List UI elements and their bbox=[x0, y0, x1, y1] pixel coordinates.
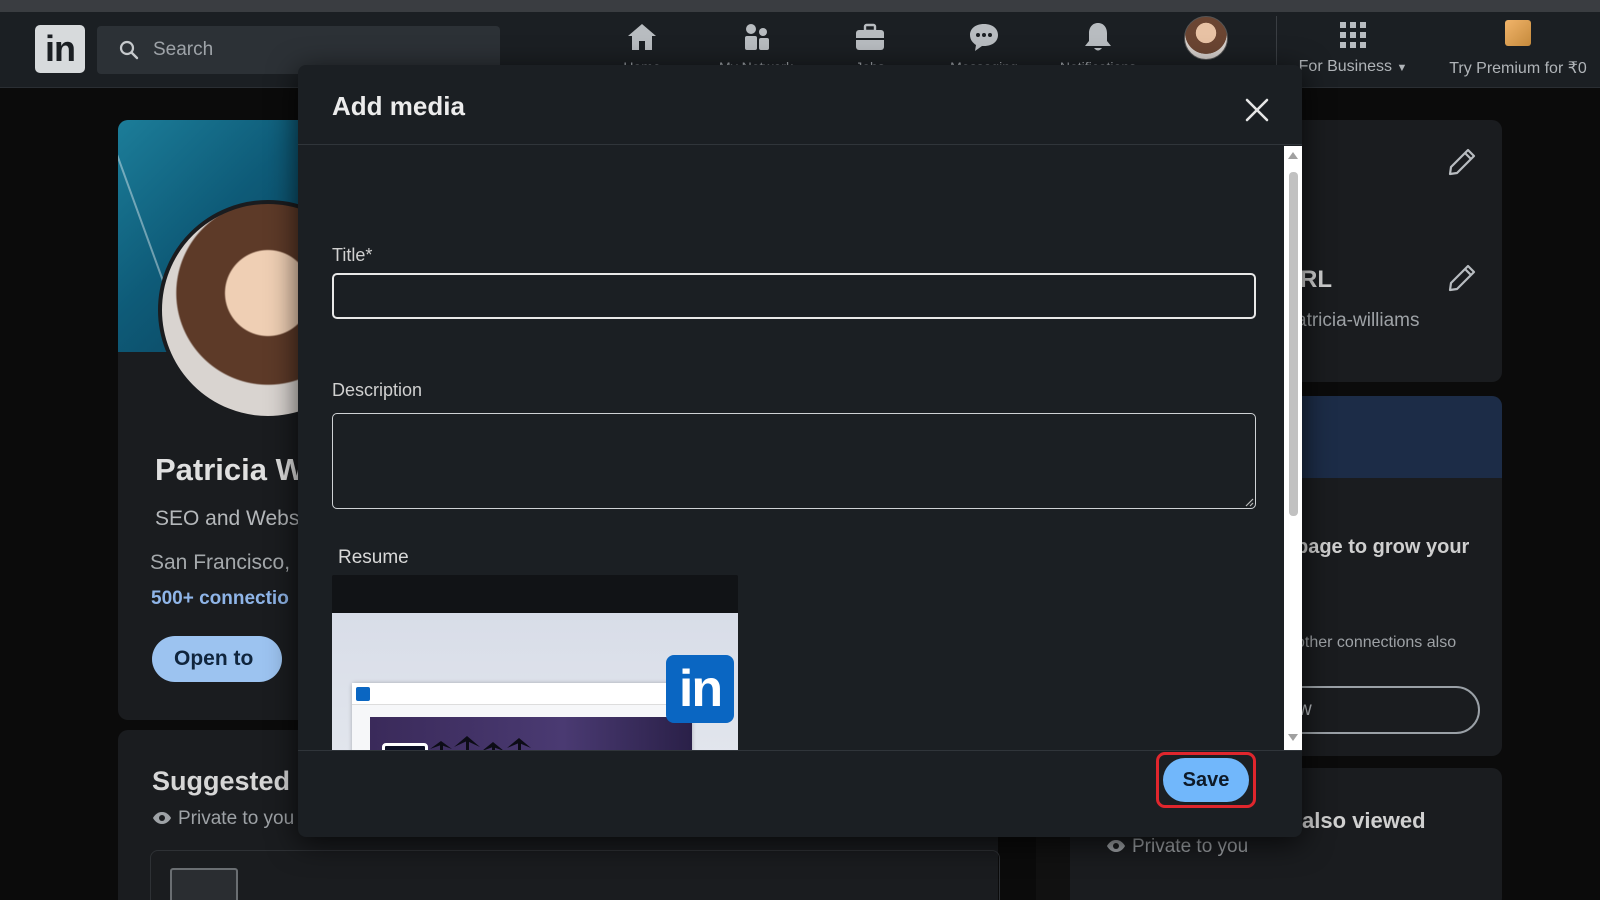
eye-icon bbox=[153, 812, 171, 824]
people-also-viewed-heading: also viewed bbox=[1302, 808, 1426, 833]
premium-icon bbox=[1505, 20, 1531, 46]
save-button[interactable]: Save bbox=[1163, 758, 1249, 802]
public-url-heading: RL bbox=[1300, 266, 1332, 293]
resume-media-thumbnail[interactable]: in bbox=[332, 575, 738, 750]
scroll-up-arrow-icon[interactable] bbox=[1288, 152, 1298, 159]
close-icon[interactable] bbox=[1242, 95, 1272, 125]
dialog-body[interactable]: Title* Description Resume in bbox=[298, 146, 1302, 750]
bell-icon bbox=[1085, 23, 1111, 51]
dialog-title: Add media bbox=[332, 91, 465, 121]
resize-handle-icon[interactable] bbox=[1244, 497, 1254, 507]
suggestion-item[interactable] bbox=[150, 850, 1000, 900]
jobs-icon bbox=[856, 23, 884, 50]
search-input[interactable] bbox=[153, 39, 453, 61]
network-icon bbox=[745, 24, 769, 50]
linkedin-badge-icon: in bbox=[666, 655, 734, 723]
dialog-footer bbox=[298, 750, 1302, 837]
edit-pencil-icon[interactable] bbox=[1446, 146, 1478, 178]
thumbnail-mini-avatar bbox=[382, 743, 428, 750]
scrollbar-thumb[interactable] bbox=[1289, 172, 1298, 516]
suggested-privacy-label: Private to you bbox=[178, 808, 295, 829]
edit-url-pencil-icon[interactable] bbox=[1446, 262, 1478, 294]
people-also-viewed-privacy-label: Private to you bbox=[1132, 836, 1249, 857]
palm-trees-icon bbox=[430, 736, 531, 750]
title-field[interactable] bbox=[332, 273, 1256, 319]
scroll-down-arrow-icon[interactable] bbox=[1288, 734, 1298, 741]
grid-icon bbox=[1340, 22, 1366, 48]
window-strip bbox=[0, 0, 1600, 12]
public-url-slug: atricia-williams bbox=[1296, 310, 1420, 331]
title-field-label: Title* bbox=[332, 245, 373, 265]
description-field-label: Description bbox=[332, 380, 423, 400]
gap bbox=[1036, 836, 1070, 900]
dialog-header: Add media bbox=[298, 65, 1302, 145]
profile-name: Patricia W bbox=[155, 452, 305, 487]
dialog-scrollbar[interactable] bbox=[1284, 146, 1302, 750]
suggested-title: Suggested bbox=[152, 766, 291, 796]
search-icon bbox=[119, 40, 139, 60]
for-business-menu[interactable]: For Business ▼ bbox=[1296, 20, 1410, 76]
thumbnail-top-bar bbox=[332, 575, 738, 613]
avatar[interactable] bbox=[1184, 16, 1228, 60]
for-business-label: For Business bbox=[1298, 58, 1393, 75]
linkedin-logo[interactable]: in bbox=[35, 25, 85, 73]
try-premium-link[interactable]: Try Premium for ₹0 bbox=[1438, 20, 1598, 78]
open-to-button[interactable]: Open to bbox=[152, 636, 282, 682]
chevron-down-icon: ▼ bbox=[1396, 62, 1408, 74]
promo-subtext: other connections also bbox=[1296, 634, 1457, 651]
promo-text: page to grow your bbox=[1296, 536, 1470, 558]
promo-banner bbox=[1276, 396, 1502, 478]
home-icon bbox=[628, 24, 656, 50]
thumbnail-mini-profile bbox=[352, 683, 692, 750]
eye-icon bbox=[1107, 840, 1125, 852]
mini-linkedin-logo-icon bbox=[356, 687, 370, 701]
thumbnail-mini-nav bbox=[352, 683, 692, 705]
messaging-icon bbox=[970, 24, 998, 51]
suggestion-thumbnail-icon bbox=[170, 868, 238, 900]
people-also-viewed-privacy: Private to you bbox=[1106, 836, 1248, 858]
profile-connections-link[interactable]: 500+ connectio bbox=[151, 588, 289, 610]
profile-headline: SEO and Webs bbox=[155, 507, 300, 530]
description-field[interactable] bbox=[332, 413, 1256, 509]
suggested-privacy-note: Private to you bbox=[152, 808, 294, 830]
profile-location: San Francisco, bbox=[150, 551, 291, 574]
try-premium-label: Try Premium for ₹0 bbox=[1449, 60, 1587, 77]
resume-media-label: Resume bbox=[338, 547, 409, 568]
add-media-dialog: Add media Title* Description Resume in S… bbox=[298, 65, 1302, 837]
